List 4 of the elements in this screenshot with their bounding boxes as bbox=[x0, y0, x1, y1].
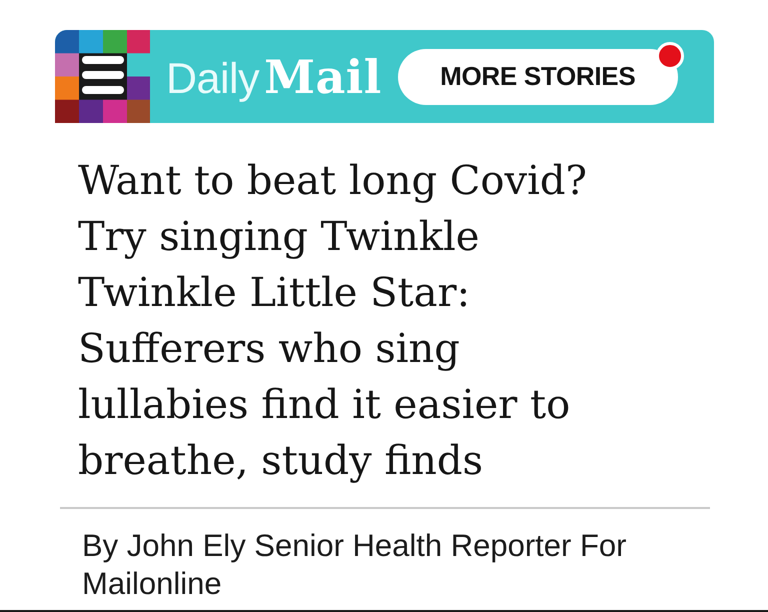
more-stories-button[interactable]: MORE STORIES bbox=[398, 48, 678, 104]
byline: By John Ely Senior Health Reporter For Mailonline bbox=[82, 527, 628, 603]
menu-icon[interactable] bbox=[55, 30, 150, 123]
article-headline: Want to beat long Covid? Try singing Twinkle Twinkle Little Star: Sufferers who sing lullabies find it easier to breathe, study finds bbox=[78, 157, 588, 486]
